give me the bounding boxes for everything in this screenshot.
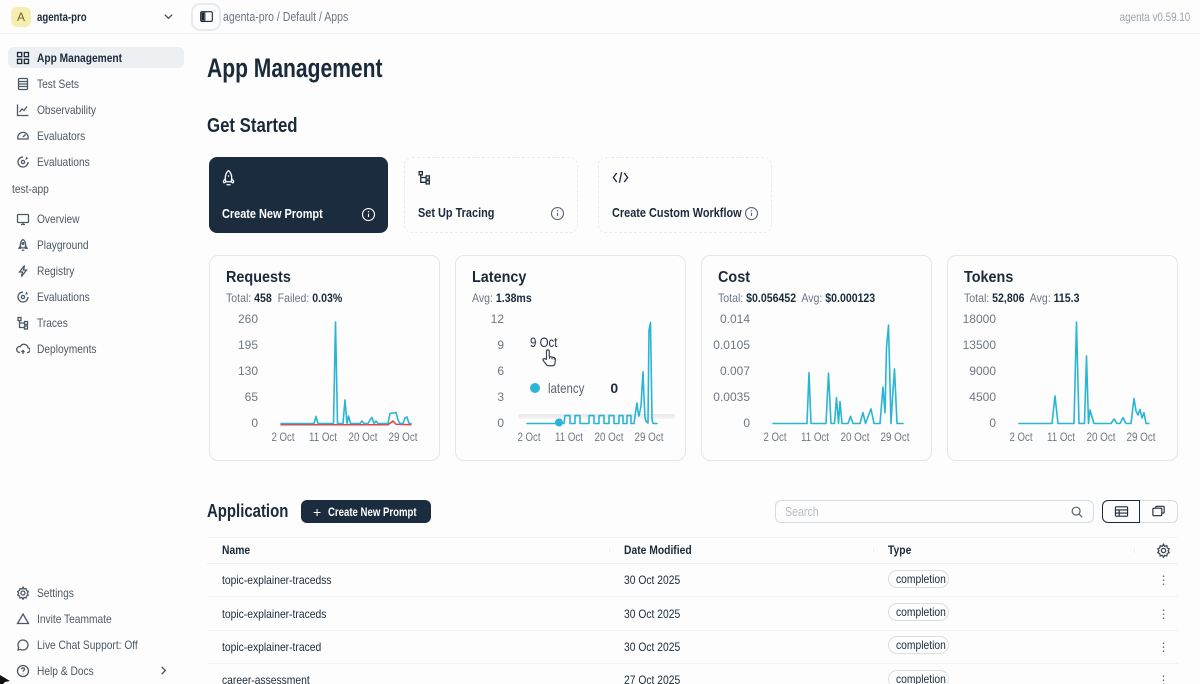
- svg-text:2 Oct: 2 Oct: [764, 430, 788, 444]
- svg-text:6: 6: [497, 364, 504, 378]
- svg-text:29 Oct: 29 Oct: [1127, 430, 1157, 444]
- svg-text:2 Oct: 2 Oct: [1010, 430, 1034, 444]
- svg-text:11 Oct: 11 Oct: [309, 430, 338, 444]
- svg-text:2 Oct: 2 Oct: [518, 430, 542, 444]
- svg-text:4500: 4500: [969, 390, 996, 404]
- svg-text:0: 0: [743, 416, 750, 430]
- svg-text:20 Oct: 20 Oct: [1087, 430, 1117, 444]
- svg-text:0.014: 0.014: [720, 312, 750, 326]
- svg-text:130: 130: [238, 364, 258, 378]
- svg-text:29 Oct: 29 Oct: [389, 430, 419, 444]
- svg-text:29 Oct: 29 Oct: [881, 430, 911, 444]
- svg-text:11 Oct: 11 Oct: [555, 430, 584, 444]
- svg-text:29 Oct: 29 Oct: [635, 430, 665, 444]
- svg-text:11 Oct: 11 Oct: [1047, 430, 1076, 444]
- svg-text:20 Oct: 20 Oct: [841, 430, 871, 444]
- svg-text:0: 0: [497, 416, 504, 430]
- svg-text:0.0035: 0.0035: [713, 390, 750, 404]
- svg-text:65: 65: [245, 390, 259, 404]
- svg-text:2 Oct: 2 Oct: [272, 430, 296, 444]
- svg-text:20 Oct: 20 Oct: [349, 430, 379, 444]
- svg-text:0: 0: [989, 416, 996, 430]
- svg-text:12: 12: [491, 312, 505, 326]
- svg-text:260: 260: [238, 312, 258, 326]
- svg-text:0.0105: 0.0105: [713, 338, 750, 352]
- svg-text:20 Oct: 20 Oct: [595, 430, 625, 444]
- svg-text:9: 9: [497, 338, 504, 352]
- svg-text:0: 0: [251, 416, 258, 430]
- svg-text:3: 3: [497, 390, 504, 404]
- svg-text:18000: 18000: [963, 312, 997, 326]
- svg-text:13500: 13500: [963, 338, 997, 352]
- svg-text:11 Oct: 11 Oct: [801, 430, 830, 444]
- svg-text:0.007: 0.007: [720, 364, 750, 378]
- svg-text:9000: 9000: [969, 364, 996, 378]
- svg-text:195: 195: [238, 338, 258, 352]
